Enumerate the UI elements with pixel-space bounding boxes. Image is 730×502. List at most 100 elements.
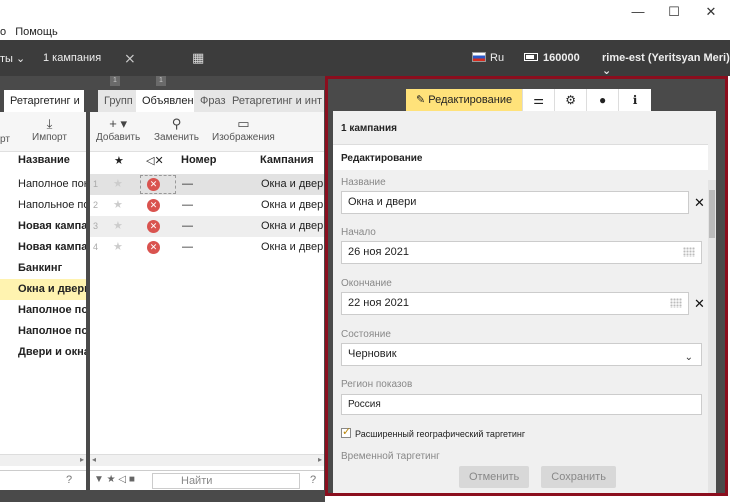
- campaign-row-selected[interactable]: Окна и двери: [0, 279, 86, 300]
- start-date-input[interactable]: 26 ноя 2021: [341, 241, 702, 264]
- wallet-icon: [524, 53, 538, 61]
- panel-marker-strip: 1 1: [0, 76, 325, 86]
- scrollbar-thumb[interactable]: [709, 190, 715, 238]
- comment-icon: ●: [598, 93, 607, 107]
- ads-toolbar: + ▾ Добавить ⚲ Заменить ▭ Изображения: [90, 112, 324, 152]
- campaign-row[interactable]: Наполное пок: [0, 321, 86, 342]
- account-menu[interactable]: rime-est (Yeritsyan Meri) ⌄: [602, 52, 730, 77]
- error-icon: ✕: [147, 220, 160, 233]
- calendar-icon[interactable]: [683, 247, 695, 257]
- region-input[interactable]: Россия: [341, 394, 702, 415]
- error-icon: ✕: [147, 241, 160, 254]
- tab-edit[interactable]: ✎ Редактирование: [406, 89, 524, 111]
- campaign-row[interactable]: Напольное пок: [0, 195, 86, 216]
- star-icon[interactable]: ★: [113, 195, 123, 216]
- end-date-input[interactable]: 22 ноя 2021: [341, 292, 689, 315]
- selection-title: 1 кампания: [341, 123, 397, 134]
- state-select[interactable]: Черновик ⌄: [341, 343, 702, 366]
- star-icon[interactable]: ★: [113, 237, 123, 258]
- info-icon: ℹ: [632, 93, 638, 107]
- error-icon: ✕: [147, 199, 160, 212]
- campaign-row[interactable]: Двери и окна: [0, 342, 86, 363]
- ad-row[interactable]: 4 ★ ✕ — Окна и двери: [90, 237, 324, 258]
- import-button[interactable]: ⤓ Импорт: [32, 116, 67, 143]
- campaign-row[interactable]: Наполное покр: [0, 174, 86, 195]
- column-header-star[interactable]: ★: [114, 154, 124, 174]
- ads-panel: Групп Объявлен Фраз Ретаргетинг и инт + …: [90, 86, 324, 470]
- tab-settings[interactable]: ⚙: [555, 89, 588, 111]
- campaigns-footer: ?: [0, 470, 86, 490]
- maximize-button[interactable]: ☐: [664, 4, 684, 20]
- start-label: Начало: [341, 227, 376, 238]
- help-button[interactable]: ?: [310, 474, 316, 486]
- edit-panel-tabs: ✎ Редактирование ⚌ ⚙ ● ℹ: [406, 89, 652, 111]
- view-dropdown[interactable]: ты ⌄: [0, 52, 25, 65]
- save-button[interactable]: Сохранить: [541, 466, 616, 488]
- export-button[interactable]: рт: [0, 134, 10, 145]
- column-header-campaign[interactable]: Кампания: [260, 154, 314, 174]
- minimize-button[interactable]: —: [628, 4, 648, 19]
- campaign-row[interactable]: Новая кампан: [0, 216, 86, 237]
- tab-parameters[interactable]: ⚌: [523, 89, 556, 111]
- error-icon: ✕: [147, 178, 160, 191]
- time-targeting-label: Временной таргетинг: [341, 451, 440, 462]
- star-icon[interactable]: ★: [113, 174, 123, 195]
- horizontal-scrollbar[interactable]: ▸: [0, 454, 86, 466]
- marker: 1: [110, 76, 120, 86]
- menu-item-partial[interactable]: о: [0, 26, 6, 38]
- tab-retargeting[interactable]: Ретаргетинг и: [4, 90, 84, 112]
- filter-icons[interactable]: ▼ ★ ◁ ■: [94, 474, 135, 485]
- add-button[interactable]: + ▾ Добавить: [96, 116, 140, 143]
- column-header-number[interactable]: Номер: [181, 154, 217, 174]
- collapse-icon[interactable]: ⨯: [124, 50, 136, 67]
- horizontal-scrollbar[interactable]: ◂ ▸: [90, 454, 324, 466]
- campaign-row[interactable]: Наполное пок: [0, 300, 86, 321]
- form-actions: Отменить Сохранить: [459, 466, 616, 488]
- grid-icon[interactable]: ▦: [192, 50, 204, 66]
- ad-row[interactable]: 2 ★ ✕ — Окна и двери: [90, 195, 324, 216]
- search-replace-icon: ⚲: [171, 116, 182, 131]
- ad-row[interactable]: 1 ★ ✕ — Окна и двери: [90, 174, 324, 195]
- tab-groups[interactable]: Групп: [98, 90, 136, 112]
- ads-footer: ▼ ★ ◁ ■ Найти ?: [90, 470, 324, 490]
- clear-name-icon[interactable]: ✕: [694, 195, 705, 211]
- top-toolbar: ты ⌄ 1 кампания ⨯ ▦ Ru 160000 rime-est (…: [0, 40, 730, 77]
- close-button[interactable]: ✕: [701, 4, 721, 20]
- cancel-button[interactable]: Отменить: [459, 466, 530, 488]
- images-button[interactable]: ▭ Изображения: [212, 116, 275, 143]
- campaigns-toolbar: рт ⤓ Импорт: [0, 112, 86, 152]
- state-label: Состояние: [341, 329, 391, 340]
- name-input[interactable]: Окна и двери: [341, 191, 689, 214]
- plus-icon: + ▾: [109, 116, 127, 131]
- tab-comments[interactable]: ●: [587, 89, 620, 111]
- search-input[interactable]: Найти: [152, 473, 300, 489]
- menu-item-help[interactable]: Помощь: [15, 26, 58, 38]
- calendar-icon[interactable]: [670, 298, 682, 308]
- replace-button[interactable]: ⚲ Заменить: [154, 116, 199, 143]
- tab-ads[interactable]: Объявлен: [136, 90, 194, 112]
- campaign-row[interactable]: Банкинг: [0, 258, 86, 279]
- geo-targeting-checkbox[interactable]: Расширенный географический таргетинг: [341, 425, 525, 439]
- ad-row[interactable]: 3 ★ ✕ — Окна и двери: [90, 216, 324, 237]
- clear-end-date-icon[interactable]: ✕: [694, 296, 705, 312]
- end-label: Окончание: [341, 278, 392, 289]
- campaigns-tabs: Ретаргетинг и: [0, 86, 86, 112]
- checkbox-checked-icon[interactable]: [341, 425, 351, 438]
- title-bar: о Помощь — ☐ ✕: [0, 0, 730, 40]
- chevron-down-icon: ⌄: [684, 352, 693, 363]
- tab-phrases[interactable]: Фраз: [194, 90, 226, 112]
- star-icon[interactable]: ★: [113, 216, 123, 237]
- sliders-icon: ⚌: [533, 93, 544, 107]
- tab-info[interactable]: ℹ: [619, 89, 652, 111]
- tab-retargeting-interests[interactable]: Ретаргетинг и инт: [226, 90, 324, 112]
- ads-tabs: Групп Объявлен Фраз Ретаргетинг и инт: [90, 86, 324, 112]
- campaign-row[interactable]: Новая кампан: [0, 237, 86, 258]
- vertical-scrollbar[interactable]: [708, 180, 716, 493]
- name-label: Название: [341, 177, 386, 188]
- edit-panel: ✎ Редактирование ⚌ ⚙ ● ℹ 1 кампания Реда…: [325, 76, 728, 496]
- column-header-name[interactable]: Название: [18, 154, 70, 174]
- column-header-status[interactable]: ◁✕: [146, 154, 164, 174]
- language-selector[interactable]: Ru: [472, 52, 504, 64]
- campaign-count: 1 кампания: [43, 52, 102, 64]
- help-button[interactable]: ?: [66, 474, 72, 486]
